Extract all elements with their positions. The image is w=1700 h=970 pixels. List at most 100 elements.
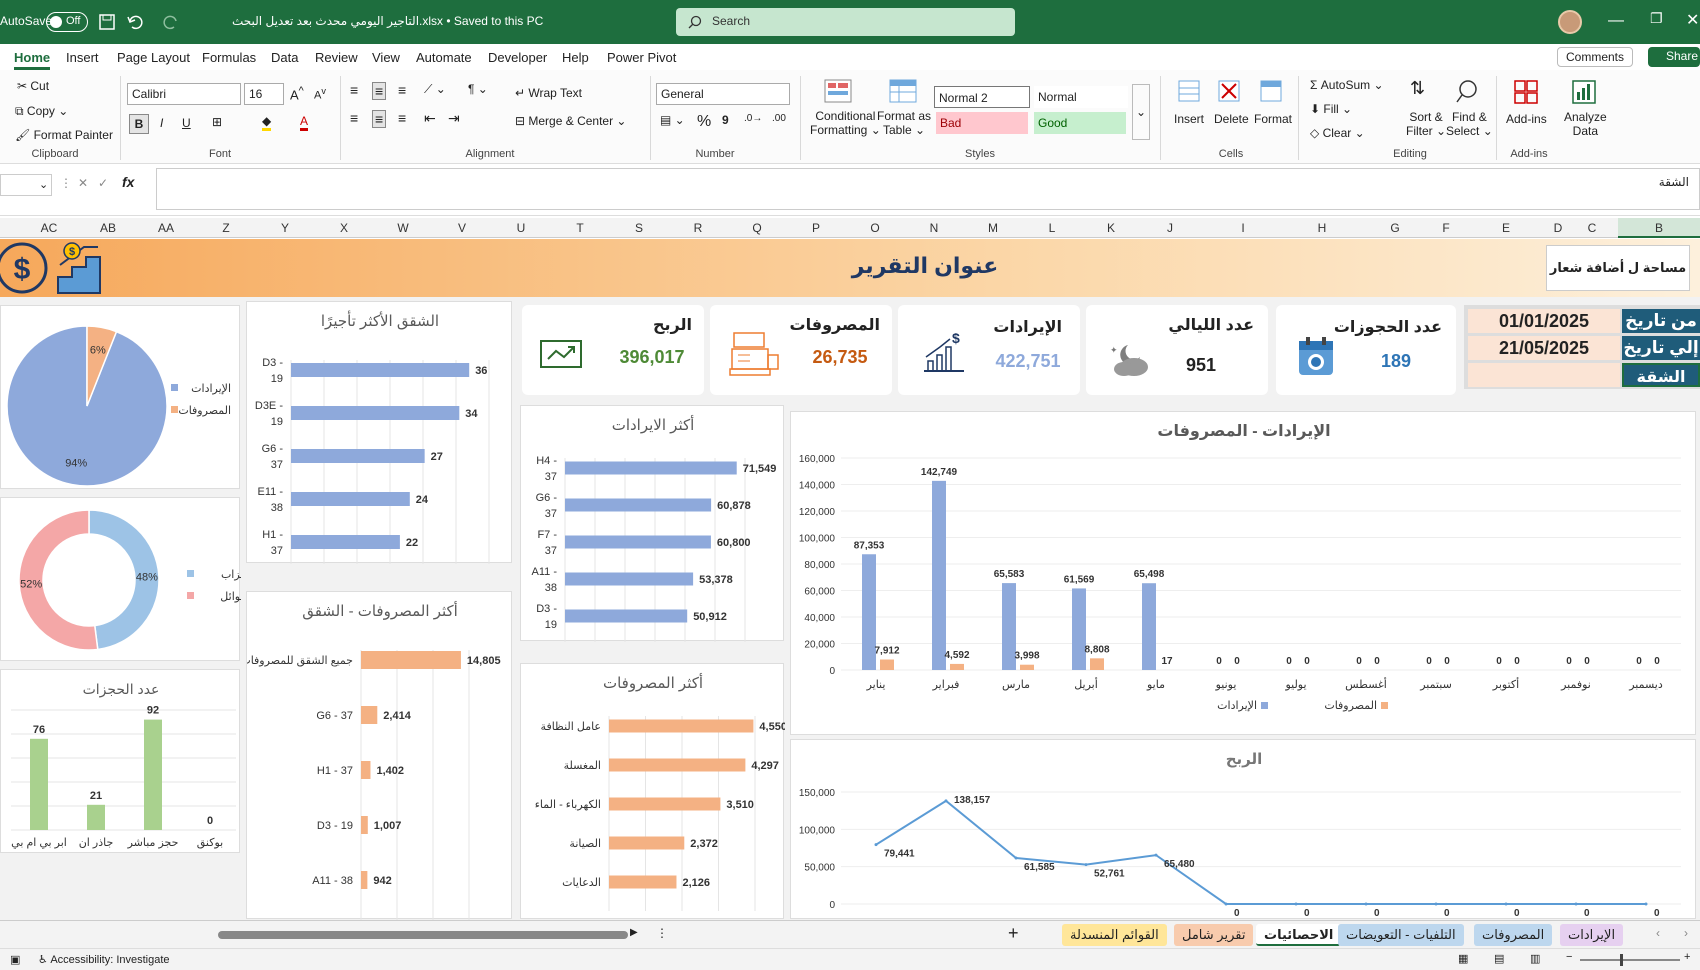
col-header[interactable]: G [1387, 221, 1403, 235]
menu-view[interactable]: View [372, 50, 400, 65]
merge-center-button[interactable]: ⊟ Merge & Center ⌄ [515, 114, 626, 128]
autosave-toggle[interactable]: Off [46, 12, 88, 32]
page-layout-icon[interactable]: ▤ [1494, 952, 1504, 965]
zoom-in-icon[interactable]: + [1684, 951, 1690, 963]
insert-cells-button[interactable]: Insert [1174, 112, 1204, 126]
menu-help[interactable]: Help [562, 50, 589, 65]
underline-button[interactable]: U [182, 116, 191, 130]
indent-icon[interactable]: ⇥ [448, 110, 460, 127]
style-normal[interactable]: Normal [1034, 86, 1128, 108]
align-right-icon[interactable]: ≡ [398, 110, 406, 126]
restore-icon[interactable]: ❐ [1650, 10, 1663, 27]
cut-button[interactable]: ✂ Cut [17, 79, 49, 93]
font-name-select[interactable]: Calibri [127, 83, 241, 105]
col-header[interactable]: N [926, 221, 942, 235]
share-button[interactable]: Share [1648, 47, 1700, 67]
align-middle-icon[interactable]: ≡ [372, 82, 387, 100]
name-box[interactable]: ⌄ [0, 174, 52, 196]
menu-review[interactable]: Review [315, 50, 358, 65]
fill-button[interactable]: ⬇ Fill ⌄ [1310, 102, 1352, 116]
copy-button[interactable]: ⧉ Copy ⌄ [15, 104, 68, 119]
increase-font-icon[interactable]: A^ [290, 85, 304, 102]
col-header[interactable]: D [1550, 221, 1566, 235]
outdent-icon[interactable]: ⇤ [424, 110, 436, 127]
unit-field[interactable] [1468, 363, 1620, 387]
decrease-decimal-icon[interactable]: .00 [772, 113, 786, 124]
col-header[interactable]: P [808, 221, 824, 235]
col-header[interactable]: I [1235, 221, 1251, 235]
align-bottom-icon[interactable]: ≡ [398, 82, 406, 98]
conditional-formatting-button[interactable]: Conditional Formatting ⌄ [810, 109, 881, 137]
addins-button[interactable]: Add-ins [1506, 112, 1547, 126]
normal-view-icon[interactable]: ▦ [1458, 952, 1468, 965]
avatar[interactable] [1558, 10, 1582, 34]
col-header[interactable]: V [454, 221, 470, 235]
menu-power-pivot[interactable]: Power Pivot [607, 50, 676, 65]
col-header[interactable]: X [336, 221, 352, 235]
add-sheet-icon[interactable]: + [1008, 923, 1019, 944]
align-left-icon[interactable]: ≡ [350, 110, 358, 126]
decrease-font-icon[interactable]: Av [314, 86, 326, 102]
col-header[interactable]: Q [749, 221, 765, 235]
col-header[interactable]: C [1584, 221, 1600, 235]
format-as-table-button[interactable]: Format as Table ⌄ [877, 109, 931, 137]
style-good[interactable]: Good [1034, 112, 1126, 134]
col-header[interactable]: W [395, 221, 411, 235]
search-box[interactable]: Search [676, 8, 1015, 36]
redo-icon[interactable] [162, 13, 180, 31]
sheet-tab[interactable]: التلفيات - التعويضات [1338, 924, 1464, 946]
page-break-icon[interactable]: ▥ [1530, 952, 1540, 965]
tab-scroll-left-icon[interactable]: ‹ [1656, 926, 1660, 940]
zoom-out-icon[interactable]: − [1566, 951, 1572, 963]
undo-icon[interactable] [126, 13, 144, 31]
format-painter-button[interactable]: 🖌 Format Painter [15, 128, 113, 142]
function-icon[interactable]: fx [122, 174, 134, 190]
tabs-more-icon[interactable]: ⋮ [656, 926, 668, 940]
col-header[interactable]: T [572, 221, 588, 235]
menu-page-layout[interactable]: Page Layout [117, 50, 190, 65]
style-normal-2[interactable]: Normal 2 [934, 86, 1030, 108]
font-size-select[interactable]: 16 [244, 83, 284, 105]
to-date-field[interactable]: 21/05/2025 [1468, 336, 1620, 360]
col-header[interactable]: AA [154, 221, 178, 235]
accessibility-status[interactable]: ♿ Accessibility: Investigate [38, 953, 170, 966]
col-header[interactable]: Z [218, 221, 234, 235]
minimize-icon[interactable]: — [1608, 12, 1624, 30]
formula-input[interactable]: الشقة [156, 168, 1700, 210]
col-header[interactable]: U [513, 221, 529, 235]
col-header[interactable]: H [1314, 221, 1330, 235]
col-header[interactable]: Y [277, 221, 293, 235]
sheet-tab[interactable]: المصروفات [1474, 924, 1553, 946]
col-header[interactable]: AC [38, 221, 60, 235]
style-bad[interactable]: Bad [936, 112, 1028, 134]
percent-icon[interactable]: % [697, 113, 711, 131]
wrap-text-button[interactable]: ↵ Wrap Text [515, 86, 582, 100]
col-header-selected[interactable]: B [1618, 218, 1700, 238]
fill-color-icon[interactable]: ◆ [262, 114, 272, 131]
menu-data[interactable]: Data [271, 50, 298, 65]
italic-button[interactable]: I [160, 116, 163, 130]
col-header[interactable]: J [1162, 221, 1178, 235]
menu-formulas[interactable]: Formulas [202, 50, 256, 65]
sort-filter-button[interactable]: Sort & Filter ⌄ [1406, 110, 1446, 138]
macro-icon[interactable]: ▣ [10, 953, 20, 966]
sheet-tab[interactable]: القوائم المنسدلة [1062, 924, 1167, 946]
borders-icon[interactable]: ⊞ [212, 115, 222, 129]
col-header[interactable]: F [1438, 221, 1454, 235]
menu-insert[interactable]: Insert [66, 50, 99, 65]
unit-label[interactable]: الشقة [1622, 363, 1700, 387]
bold-button[interactable]: B [129, 114, 149, 134]
orientation-icon[interactable]: ⟋ ⌄ [424, 82, 446, 97]
menu-developer[interactable]: Developer [488, 50, 547, 65]
comma-icon[interactable]: 9 [722, 113, 729, 127]
align-center-icon[interactable]: ≡ [372, 110, 387, 128]
col-header[interactable]: R [690, 221, 706, 235]
formula-more-icon[interactable]: ⋮ [60, 176, 72, 190]
tab-scroll-right-icon[interactable]: › [1684, 926, 1688, 940]
autosum-button[interactable]: Σ AutoSum ⌄ [1310, 78, 1384, 92]
save-icon[interactable] [98, 13, 116, 31]
col-header[interactable]: S [631, 221, 647, 235]
find-select-button[interactable]: Find & Select ⌄ [1446, 110, 1493, 138]
col-header[interactable]: O [867, 221, 883, 235]
enter-formula-icon[interactable]: ✓ [98, 176, 108, 190]
